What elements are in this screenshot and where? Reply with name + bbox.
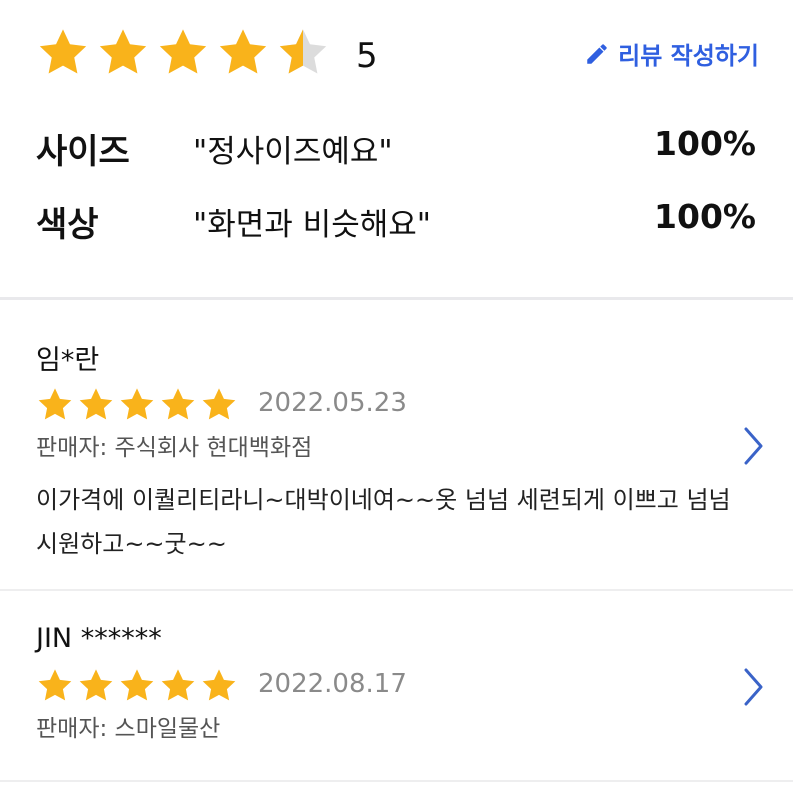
half-star-icon xyxy=(279,29,327,74)
reviewer-name: 임*란 xyxy=(36,345,100,376)
average-rating-value: 5 xyxy=(356,36,378,76)
star-icon xyxy=(39,29,87,74)
star-icon xyxy=(120,669,154,701)
attribute-value: "화면과 비슷해요" xyxy=(193,207,432,243)
star-icon xyxy=(120,388,154,420)
review-stars xyxy=(36,667,238,705)
attribute-percent: 100% xyxy=(654,197,756,236)
seller-name: 판매자: 스마일물산 xyxy=(36,716,221,742)
chevron-right-icon[interactable] xyxy=(743,667,765,707)
average-rating-stars xyxy=(36,26,330,80)
write-review-label: 리뷰 작성하기 xyxy=(618,42,759,70)
star-icon xyxy=(79,388,113,420)
write-review-button[interactable]: 리뷰 작성하기 xyxy=(584,36,759,71)
star-icon xyxy=(99,29,147,74)
review-item[interactable]: 임*란 2022.05.23 판매자: 주식회사 현대백화점 이가격에 이퀄리티… xyxy=(0,300,793,588)
star-icon xyxy=(219,29,267,74)
review-date: 2022.08.17 xyxy=(258,669,407,699)
attribute-value: "정사이즈예요" xyxy=(193,134,393,170)
star-icon xyxy=(38,388,72,420)
review-item[interactable]: JIN ****** 2022.08.17 판매자: 스마일물산 xyxy=(0,591,793,781)
star-icon xyxy=(161,388,195,420)
seller-name: 판매자: 주식회사 현대백화점 xyxy=(36,435,313,461)
attribute-row-size: 사이즈 "정사이즈예요" 100% xyxy=(36,124,756,174)
star-icon xyxy=(161,669,195,701)
star-icon xyxy=(202,388,236,420)
attribute-percent: 100% xyxy=(654,124,756,163)
star-icon xyxy=(79,669,113,701)
reviewer-name: JIN ****** xyxy=(36,623,162,654)
attribute-row-color: 색상 "화면과 비슷해요" 100% xyxy=(36,197,756,247)
attribute-name: 사이즈 xyxy=(36,132,130,172)
star-icon xyxy=(159,29,207,74)
attribute-name: 색상 xyxy=(36,205,99,245)
review-date: 2022.05.23 xyxy=(258,388,407,418)
star-icon xyxy=(38,669,72,701)
review-text: 이가격에 이퀄리티라니~대박이네여~~옷 넘넘 세련되게 이쁘고 넘넘 시원하고… xyxy=(36,486,731,558)
review-summary: 5 리뷰 작성하기 사이즈 "정사이즈예요" 100% 색상 "화면과 비슷해요… xyxy=(0,0,793,298)
review-stars xyxy=(36,386,238,424)
review-divider xyxy=(0,780,793,782)
chevron-right-icon[interactable] xyxy=(743,426,765,466)
star-icon xyxy=(202,669,236,701)
pencil-icon xyxy=(587,43,607,64)
